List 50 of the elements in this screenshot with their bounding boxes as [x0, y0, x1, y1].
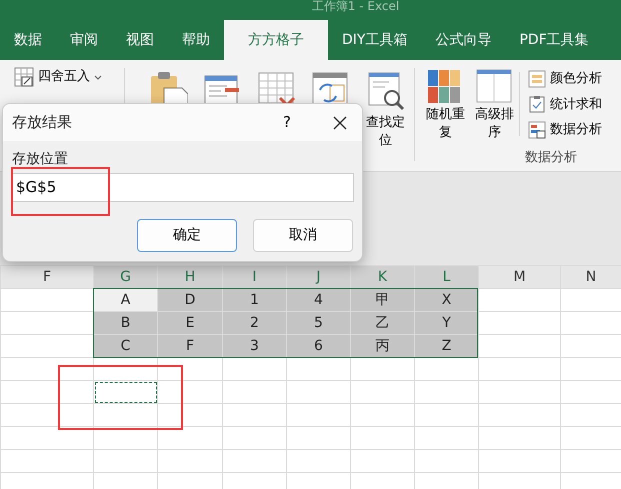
- ok-button[interactable]: 确定: [137, 218, 237, 252]
- column-header[interactable]: F: [0, 266, 94, 288]
- table-cell: B: [94, 312, 158, 334]
- table-cell: 4: [286, 288, 350, 312]
- find-button[interactable]: 查找定位: [361, 66, 410, 154]
- cancel-button[interactable]: 取消: [253, 218, 353, 252]
- window-title: 工作簿1 - Excel: [310, 0, 400, 15]
- table-cell: Z: [414, 334, 478, 358]
- advanced-sort-button[interactable]: 高级排序: [470, 64, 519, 146]
- table-cell: D: [158, 288, 222, 312]
- table-cell: 5: [286, 312, 350, 334]
- group-label: 数据分析: [524, 149, 578, 168]
- table-cell: A: [94, 288, 158, 312]
- analysis-tool-button[interactable]: 颜色分析: [526, 68, 604, 90]
- help-button[interactable]: ?: [272, 110, 302, 135]
- dialog-title: 存放结果: [12, 112, 73, 134]
- column-header[interactable]: I: [222, 266, 286, 288]
- field-label: 存放位置: [12, 151, 68, 167]
- column-header[interactable]: L: [414, 266, 478, 288]
- ribbon-tab[interactable]: 数据: [0, 20, 56, 60]
- table-cell: F: [158, 334, 222, 358]
- ribbon-tab[interactable]: 审阅: [56, 20, 112, 60]
- table-cell: 丙: [350, 334, 414, 358]
- ribbon-tab[interactable]: 公式向导: [421, 20, 506, 60]
- random-repeat-button[interactable]: 随机重复: [421, 64, 470, 146]
- column-header[interactable]: M: [478, 266, 560, 288]
- table-cell: 1: [222, 288, 286, 312]
- table-cell: 3: [222, 334, 286, 358]
- column-header[interactable]: N: [560, 266, 621, 288]
- table-cell: 甲: [350, 288, 414, 312]
- ribbon-tab[interactable]: 视图: [112, 20, 168, 60]
- table-cell: 2: [222, 312, 286, 334]
- analysis-tool-button[interactable]: 统计求和: [526, 94, 604, 115]
- table-cell: 6: [286, 334, 350, 358]
- column-header[interactable]: H: [158, 266, 222, 288]
- round-button[interactable]: 四舍五入: [12, 66, 124, 88]
- column-header[interactable]: G: [94, 266, 158, 288]
- table-cell: E: [158, 312, 222, 334]
- table-cell: C: [94, 334, 158, 358]
- analysis-tool-button[interactable]: 数据分析: [526, 119, 604, 140]
- ribbon-tab[interactable]: 帮助: [168, 20, 224, 60]
- table-cell: Y: [414, 312, 478, 334]
- ribbon-tab[interactable]: PDF工具集: [505, 20, 603, 60]
- input-field[interactable]: $G$5: [12, 172, 354, 202]
- column-header[interactable]: K: [350, 266, 414, 288]
- ribbon-tab[interactable]: 方方格子: [224, 20, 328, 60]
- table-cell: X: [414, 288, 478, 312]
- column-header[interactable]: J: [286, 266, 350, 288]
- table-cell: 乙: [350, 312, 414, 334]
- ribbon-tab[interactable]: DIY工具箱: [328, 20, 422, 60]
